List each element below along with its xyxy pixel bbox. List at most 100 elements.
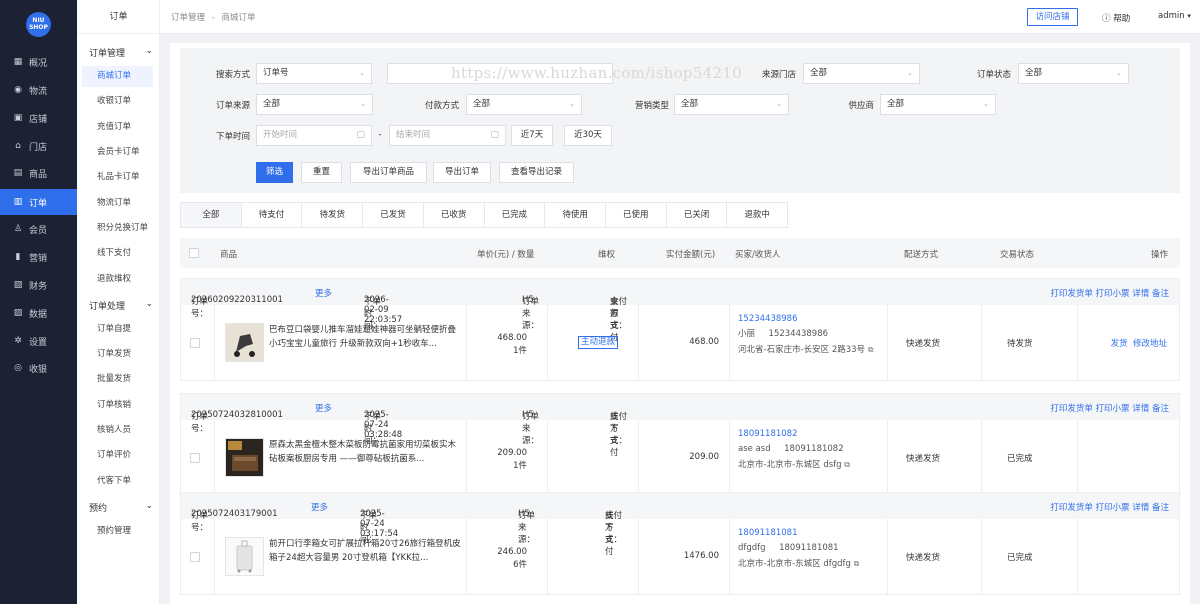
order-checkbox[interactable] [190,453,200,463]
nav-item-finance[interactable]: ▧ 财务 [0,272,77,298]
product-image[interactable] [225,438,264,477]
product-image[interactable] [225,323,264,362]
print-ticket-link[interactable]: 打印小票 [1096,503,1130,513]
cashier-icon: ◎ [14,363,22,373]
supplier-select[interactable]: 全部 ⌄ [880,94,996,115]
subnav-item-mall-order[interactable]: 商城订单 [82,66,153,87]
copy-icon[interactable]: ⧉ [868,345,874,354]
edit-address-link[interactable]: 修改地址 [1133,339,1167,349]
subnav-item-review[interactable]: 订单评价 [82,445,153,466]
breadcrumb-order-manage[interactable]: 订单管理 [171,13,205,23]
source-store-select[interactable]: 全部 ⌄ [803,63,920,84]
buyer-phone-link[interactable]: 18091181082 [738,427,878,442]
export-order-button[interactable]: 导出订单 [433,162,491,183]
pay-method-select[interactable]: 全部 ⌄ [466,94,582,115]
subnav-item-booking-manage[interactable]: 预约管理 [82,521,153,542]
subnav-item-cashier-order[interactable]: 收银订单 [82,91,153,112]
more-link[interactable]: 更多 [315,402,332,414]
order-status: 待发货 [1007,339,1033,349]
subnav-item-batch-delivery[interactable]: 批量发货 [82,369,153,390]
subnav-group-order-manage[interactable]: 订单管理 ⌄ [89,46,153,59]
order-checkbox[interactable] [190,338,200,348]
order-checkbox[interactable] [190,552,200,562]
detail-link[interactable]: 详情 [1132,503,1149,513]
nav-item-order[interactable]: ▥ 订单 [0,189,77,215]
subnav-item-refund[interactable]: 退款维权 [82,269,153,290]
view-export-log-button[interactable]: 查看导出记录 [499,162,574,183]
last-30-days-button[interactable]: 近30天 [564,125,612,146]
user-menu[interactable]: admin ▾ [1158,11,1191,21]
more-link[interactable]: 更多 [315,287,332,299]
visit-store-button[interactable]: 访问店铺 [1027,8,1078,26]
tab-completed[interactable]: 已完成 [485,203,546,227]
select-all-checkbox[interactable] [189,248,199,258]
nav-item-shop[interactable]: ▣ 店铺 [0,105,77,131]
help-link[interactable]: ⓘ 帮助 [1102,12,1130,24]
filter-button[interactable]: 筛选 [256,162,293,183]
subnav-item-proxy-order[interactable]: 代客下单 [82,471,153,492]
subnav-item-self-pickup[interactable]: 订单自提 [82,319,153,340]
tab-refunding[interactable]: 退款中 [727,203,787,227]
detail-link[interactable]: 详情 [1132,404,1149,414]
print-ship-link[interactable]: 打印发货单 [1050,289,1093,299]
subnav-item-recharge-order[interactable]: 充值订单 [82,117,153,138]
subnav-item-verifier[interactable]: 核销人员 [82,420,153,441]
subnav-item-verify[interactable]: 订单核销 [82,395,153,416]
subnav-item-logistics-order[interactable]: 物流订单 [82,193,153,214]
buyer-phone-link[interactable]: 15234438986 [738,312,878,327]
niushop-logo[interactable]: NIU SHOP [26,12,51,37]
search-type-select[interactable]: 订单号 ⌄ [256,63,372,84]
active-refund-button[interactable]: 主动退款 [578,336,619,349]
product-name[interactable]: 前开口行李箱女可扩展拉杆箱20寸26旅行箱登机皮箱子24超大容量男 20寸登机箱… [269,537,461,565]
tab-shipped[interactable]: 已发货 [363,203,424,227]
nav-item-goods[interactable]: ▤ 商品 [0,160,77,186]
print-ticket-link[interactable]: 打印小票 [1096,289,1130,299]
subnav-item-card-order[interactable]: 会员卡订单 [82,142,153,163]
buyer-phone-link[interactable]: 18091181081 [738,526,878,541]
subnav-group-order-process[interactable]: 订单处理 ⌄ [89,299,153,312]
nav-item-overview[interactable]: ▦ 概况 [0,49,77,75]
export-order-goods-button[interactable]: 导出订单商品 [350,162,427,183]
chevron-down-icon: ⌄ [145,501,153,511]
subnav-item-gift-card-order[interactable]: 礼品卡订单 [82,167,153,188]
tab-used[interactable]: 已使用 [606,203,667,227]
start-time-input[interactable]: 开始时间 ▢ [256,125,372,146]
tab-all[interactable]: 全部 [181,203,242,227]
order-status-select[interactable]: 全部 ⌄ [1018,63,1129,84]
nav-item-marketing[interactable]: ▮ 营销 [0,244,77,270]
last-7-days-button[interactable]: 近7天 [511,125,553,146]
remark-link[interactable]: 备注 [1152,404,1169,414]
order-source-select[interactable]: 全部 ⌄ [256,94,373,115]
subnav-group-booking[interactable]: 预约 ⌄ [89,501,153,514]
nav-item-store[interactable]: ⌂ 门店 [0,133,77,159]
tab-closed[interactable]: 已关闭 [667,203,728,227]
print-ship-link[interactable]: 打印发货单 [1050,404,1093,414]
remark-link[interactable]: 备注 [1152,503,1169,513]
end-time-input[interactable]: 结束时间 ▢ [389,125,506,146]
reset-button[interactable]: 重置 [301,162,342,183]
product-name[interactable]: 巴布豆口袋婴儿推车溜娃遛娃神器可坐躺轻便折叠小巧宝宝儿童旅行 升级新款双向+1秒… [269,323,461,351]
product-image[interactable] [225,537,264,576]
print-ticket-link[interactable]: 打印小票 [1096,404,1130,414]
tab-pending-pay[interactable]: 待支付 [242,203,303,227]
tab-pending-ship[interactable]: 待发货 [302,203,364,227]
more-link[interactable]: 更多 [311,501,328,513]
nav-item-settings[interactable]: ✲ 设置 [0,328,77,354]
ship-link[interactable]: 发货 [1111,339,1128,349]
nav-item-cashier[interactable]: ◎ 收银 [0,355,77,381]
subnav-item-delivery[interactable]: 订单发货 [82,344,153,365]
nav-item-data[interactable]: ▨ 数据 [0,300,77,326]
copy-icon[interactable]: ⧉ [854,559,860,568]
nav-item-logistics[interactable]: ◉ 物流 [0,77,77,103]
nav-item-member[interactable]: ♙ 会员 [0,216,77,242]
tab-received[interactable]: 已收货 [424,203,485,227]
product-name[interactable]: 原森太黑金檀木整木菜板防霉抗菌家用切菜板实木砧板案板厨房专用 ——御尊砧板抗菌系… [269,438,461,466]
remark-link[interactable]: 备注 [1152,289,1169,299]
promo-type-select[interactable]: 全部 ⌄ [674,94,789,115]
subnav-item-points-order[interactable]: 积分兑换订单 [82,218,153,239]
detail-link[interactable]: 详情 [1132,289,1149,299]
tab-to-use[interactable]: 待使用 [545,203,606,227]
copy-icon[interactable]: ⧉ [844,460,850,469]
subnav-item-offline-pay[interactable]: 线下支付 [82,243,153,264]
print-ship-link[interactable]: 打印发货单 [1050,503,1093,513]
